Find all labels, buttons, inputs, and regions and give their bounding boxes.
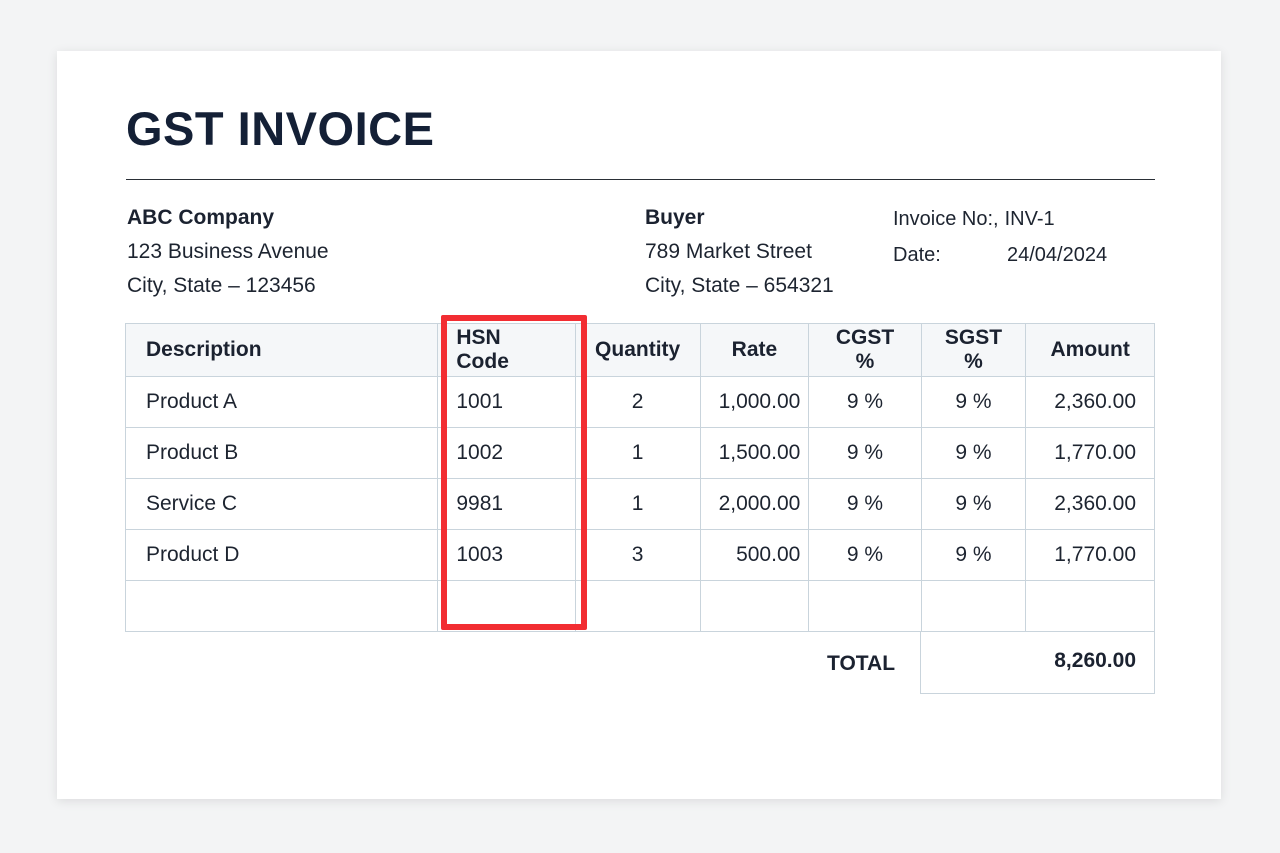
cell-rate: 2,000.00 bbox=[699, 478, 810, 530]
cell-amount: 1,770.00 bbox=[1025, 529, 1155, 581]
cell-hsn-code: 1001 bbox=[437, 376, 576, 428]
cell-description: Product B bbox=[124, 427, 439, 479]
cell-hsn-code: 1003 bbox=[437, 529, 576, 581]
table-row: Product A 1001 2 1,000.00 9 % 9 % 2,360.… bbox=[124, 376, 1155, 428]
invoice-number-value: INV-1 bbox=[1004, 208, 1055, 230]
empty-cell bbox=[574, 580, 701, 632]
cell-rate: 1,500.00 bbox=[699, 427, 810, 479]
cell-amount: 2,360.00 bbox=[1025, 478, 1155, 530]
buyer-address-line1: 789 Market Street bbox=[645, 240, 812, 263]
title-divider bbox=[126, 179, 1155, 180]
invoice-page: GST INVOICE ABC Company 123 Business Ave… bbox=[57, 51, 1221, 799]
invoice-number-label: Invoice No:, bbox=[893, 208, 999, 230]
header-cgst: CGST % bbox=[808, 323, 922, 377]
table-row: Service C 9981 1 2,000.00 9 % 9 % 2,360.… bbox=[124, 478, 1155, 530]
header-rate: Rate bbox=[699, 323, 810, 377]
empty-cell bbox=[808, 580, 922, 632]
cell-amount: 2,360.00 bbox=[1025, 376, 1155, 428]
seller-address-line1: 123 Business Avenue bbox=[127, 240, 329, 263]
cell-hsn-code: 1002 bbox=[437, 427, 576, 479]
cell-quantity: 2 bbox=[574, 376, 701, 428]
header-hsn-code: HSN Code bbox=[437, 323, 576, 377]
total-value: 8,260.00 bbox=[1054, 649, 1136, 672]
invoice-date-value: 24/04/2024 bbox=[1007, 244, 1108, 266]
table-row: Product D 1003 3 500.00 9 % 9 % 1,770.00 bbox=[124, 529, 1155, 581]
buyer-address-line2: City, State – 654321 bbox=[645, 274, 834, 297]
header-amount: Amount bbox=[1025, 323, 1155, 377]
cell-quantity: 1 bbox=[574, 478, 701, 530]
total-box: 8,260.00 bbox=[920, 632, 1155, 694]
cell-description: Service C bbox=[124, 478, 439, 530]
empty-cell bbox=[920, 580, 1027, 632]
cell-amount: 1,770.00 bbox=[1025, 427, 1155, 479]
header-quantity: Quantity bbox=[574, 323, 701, 377]
cell-sgst: 9 % bbox=[920, 427, 1027, 479]
buyer-block: Buyer 789 Market Street City, State – 65… bbox=[645, 201, 834, 303]
header-description: Description bbox=[124, 323, 439, 377]
empty-cell bbox=[437, 580, 576, 632]
cell-sgst: 9 % bbox=[920, 529, 1027, 581]
empty-table-row bbox=[124, 580, 1155, 632]
empty-cell bbox=[124, 580, 439, 632]
cell-rate: 500.00 bbox=[699, 529, 810, 581]
seller-address-line2: City, State – 123456 bbox=[127, 274, 316, 297]
header-sgst: SGST % bbox=[920, 323, 1027, 377]
table-header-row: Description HSN Code Quantity Rate CGST … bbox=[124, 323, 1155, 377]
buyer-name: Buyer bbox=[645, 206, 705, 229]
seller-name: ABC Company bbox=[127, 206, 275, 229]
cell-cgst: 9 % bbox=[808, 529, 922, 581]
cell-cgst: 9 % bbox=[808, 376, 922, 428]
cell-hsn-code: 9981 bbox=[437, 478, 576, 530]
cell-description: Product A bbox=[124, 376, 439, 428]
cell-rate: 1,000.00 bbox=[699, 376, 810, 428]
cell-sgst: 9 % bbox=[920, 478, 1027, 530]
cell-sgst: 9 % bbox=[920, 376, 1027, 428]
total-label: TOTAL bbox=[827, 652, 896, 675]
seller-block: ABC Company 123 Business Avenue City, St… bbox=[127, 201, 329, 303]
empty-cell bbox=[699, 580, 810, 632]
invoice-date-label: Date: bbox=[893, 244, 941, 266]
invoice-number-row: Invoice No:, INV-1 bbox=[893, 201, 1107, 237]
cell-description: Product D bbox=[124, 529, 439, 581]
cell-cgst: 9 % bbox=[808, 478, 922, 530]
invoice-meta: Invoice No:, INV-1 Date: 24/04/2024 bbox=[893, 201, 1107, 273]
empty-cell bbox=[1025, 580, 1155, 632]
table-row: Product B 1002 1 1,500.00 9 % 9 % 1,770.… bbox=[124, 427, 1155, 479]
cell-quantity: 3 bbox=[574, 529, 701, 581]
cell-quantity: 1 bbox=[574, 427, 701, 479]
invoice-date-row: Date: 24/04/2024 bbox=[893, 237, 1107, 273]
line-items-table: Description HSN Code Quantity Rate CGST … bbox=[124, 323, 1155, 632]
cell-cgst: 9 % bbox=[808, 427, 922, 479]
invoice-title: GST INVOICE bbox=[126, 102, 435, 155]
